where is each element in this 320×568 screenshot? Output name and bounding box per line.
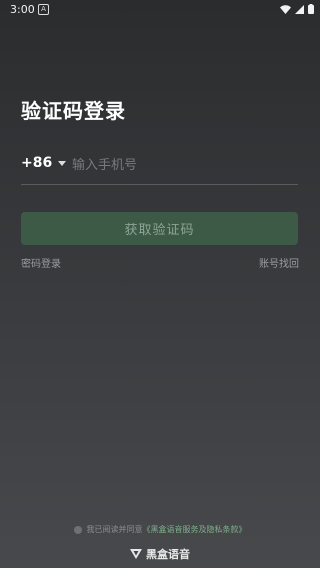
brand-footer: 黑盒语音 xyxy=(0,546,320,562)
status-time: 3:00 xyxy=(10,3,35,16)
brand-logo-icon xyxy=(130,549,142,559)
status-icons xyxy=(280,4,314,14)
agreement-checkbox[interactable] xyxy=(73,525,82,534)
phone-input[interactable] xyxy=(70,152,294,178)
caret-down-icon xyxy=(58,160,67,166)
terms-link[interactable]: 《黑盒语音服务及隐私条款》 xyxy=(143,524,247,535)
password-login-link[interactable]: 密码登录 xyxy=(21,255,61,270)
agreement-text: 我已阅读并同意 xyxy=(86,525,143,534)
page-title: 验证码登录 xyxy=(21,99,126,123)
notification-icon: A xyxy=(38,4,49,15)
country-code-label: +86 xyxy=(21,155,53,171)
brand-name: 黑盒语音 xyxy=(146,548,190,561)
country-code-selector[interactable]: +86 xyxy=(21,155,67,171)
status-bar: 3:00 A xyxy=(0,0,320,20)
agreement-row: 我已阅读并同意 《黑盒语音服务及隐私条款》 xyxy=(0,524,320,535)
account-recovery-link[interactable]: 账号找回 xyxy=(259,255,299,270)
wifi-icon xyxy=(280,4,291,14)
battery-icon xyxy=(308,4,314,14)
signal-icon xyxy=(295,4,304,14)
phone-field-row: +86 xyxy=(21,148,298,185)
get-code-button[interactable]: 获取验证码 xyxy=(21,212,298,245)
